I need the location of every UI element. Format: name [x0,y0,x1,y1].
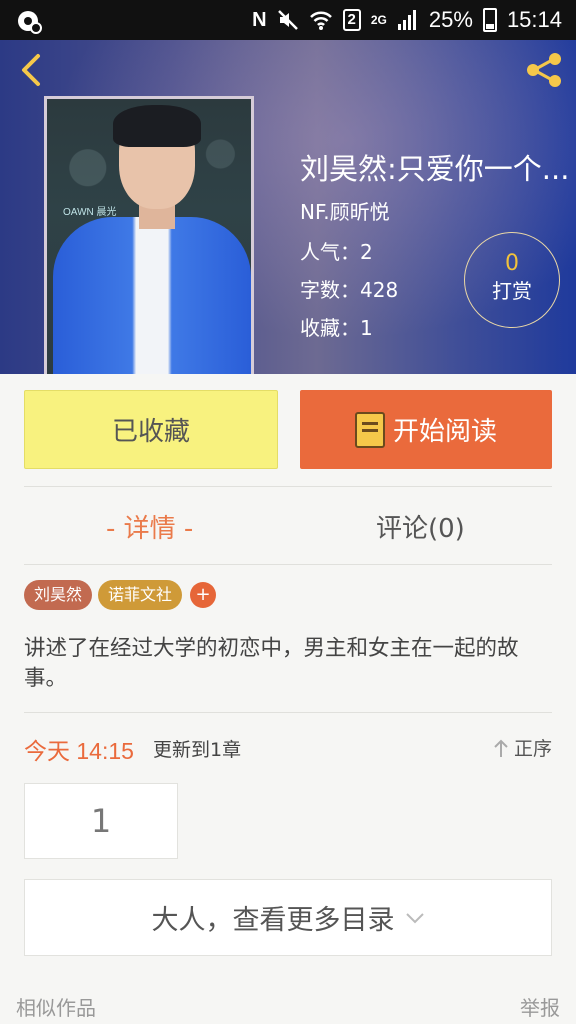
sort-label: 正序 [513,738,552,760]
network-type: 2G [370,13,387,27]
more-chapters-label: 大人，查看更多目录 [151,905,395,936]
start-reading-button[interactable]: 开始阅读 [300,390,552,469]
reward-button[interactable]: 0 打赏 [464,232,560,328]
book-icon [354,411,385,448]
clock: 15:14 [506,7,562,32]
chapter-label: 1 [90,802,112,840]
sort-button[interactable]: 正序 [492,734,552,761]
start-reading-label: 开始阅读 [392,417,497,447]
status-icons: N 2 2G 25% 15:14 [252,6,562,34]
mute-icon [277,10,298,30]
divider [24,712,552,713]
battery-percent: 25% [428,7,473,32]
signal-icon [397,10,416,30]
tag-chip[interactable]: 诺菲文社 [98,580,183,610]
favorite-label: 已收藏 [111,417,190,447]
update-time: 今天 14:15 [24,738,134,764]
book-title: 刘昊然:只爱你一个... [300,152,570,186]
reward-label: 打赏 [492,279,532,303]
status-bar: N 2 2G 25% 15:14 [0,0,576,40]
sim-icon: 2 [342,9,361,31]
reward-count: 0 [505,251,519,276]
tab-comment[interactable]: 评论(0) [376,508,465,545]
book-header: OAWN 晨光 刘昊然:只爱你一个... NF.顾昕悦 人气：2 字数：428 … [0,40,576,374]
share-icon[interactable] [522,48,566,92]
favorites-count: 收藏：1 [300,316,373,340]
add-tag-button[interactable]: + [190,582,216,608]
similar-works-heading: 相似作品 [16,996,96,1020]
report-link[interactable]: 举报 [520,992,560,1021]
cover-caption: OAWN 晨光 [63,207,117,218]
more-chapters-button[interactable]: 大人，查看更多目录 [24,879,552,956]
book-description: 讲述了在经过大学的初恋中，男主和女主在一起的故事。 [24,636,519,691]
tag-chip[interactable]: 刘昊然 [24,580,93,610]
chevron-down-icon [405,912,424,923]
update-chapter: 更新到1章 [153,739,242,761]
book-author[interactable]: NF.顾昕悦 [300,196,390,225]
chapter-item[interactable]: 1 [24,783,178,859]
popularity: 人气：2 [300,240,373,264]
nfc-icon: N [252,9,267,31]
word-count: 字数：428 [300,278,399,302]
favorite-button[interactable]: 已收藏 [24,390,278,469]
divider [24,564,552,565]
divider [24,486,552,487]
book-cover: OAWN 晨光 [44,96,254,374]
tab-detail[interactable]: - 详情 - [106,508,193,545]
arrow-up-icon [494,739,508,757]
battery-icon [482,8,497,32]
wifi-icon [309,11,332,30]
notification-icon [18,11,42,34]
back-icon[interactable] [14,50,50,90]
